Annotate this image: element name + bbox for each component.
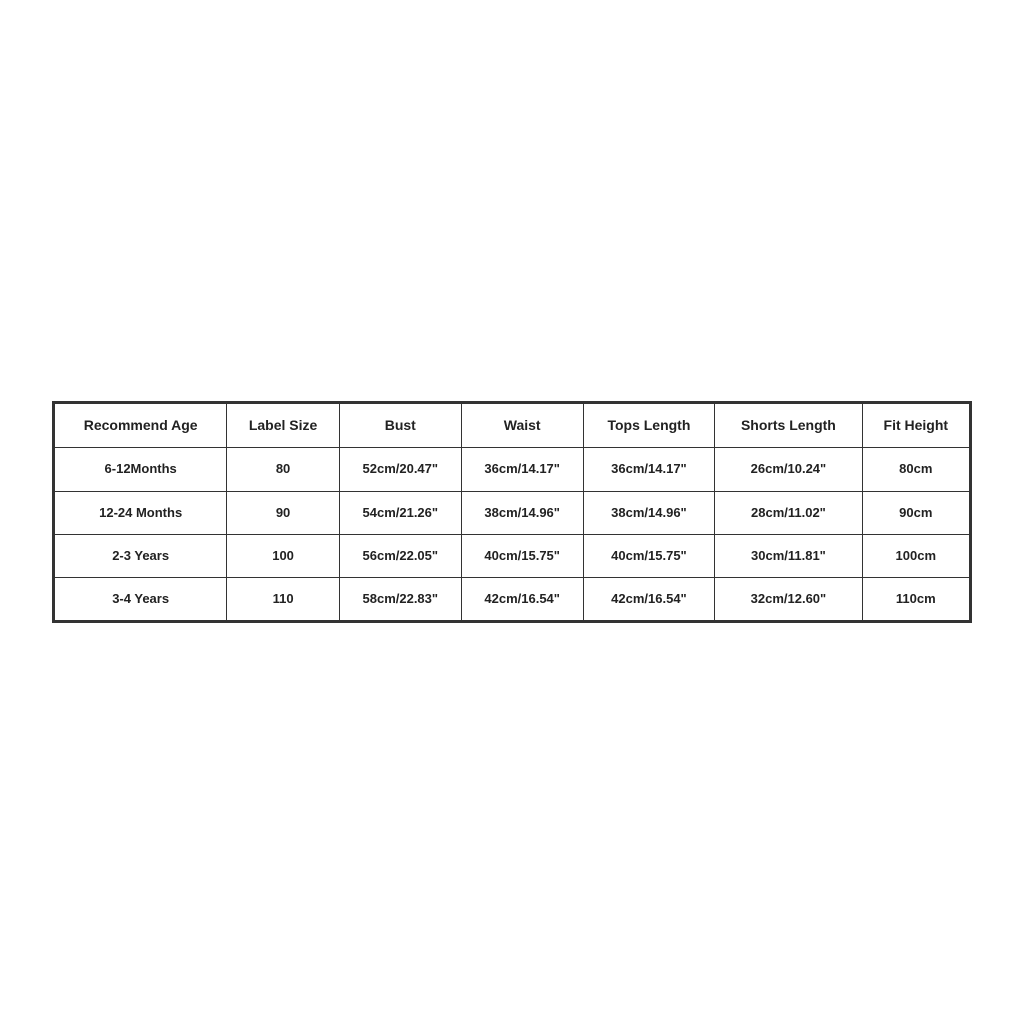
cell-bust: 58cm/22.83" [339,577,461,620]
table-row: 6-12Months8052cm/20.47"36cm/14.17"36cm/1… [55,448,970,491]
cell-shorts_length: 32cm/12.60" [715,577,862,620]
header-shorts-length: Shorts Length [715,403,862,448]
header-recommend-age: Recommend Age [55,403,227,448]
header-label-size: Label Size [227,403,340,448]
cell-label_size: 80 [227,448,340,491]
cell-bust: 52cm/20.47" [339,448,461,491]
cell-label_size: 90 [227,491,340,534]
cell-tops_length: 36cm/14.17" [583,448,715,491]
table-row: 12-24 Months9054cm/21.26"38cm/14.96"38cm… [55,491,970,534]
cell-tops_length: 42cm/16.54" [583,577,715,620]
cell-age: 2-3 Years [55,534,227,577]
cell-age: 6-12Months [55,448,227,491]
cell-fit_height: 110cm [862,577,969,620]
header-bust: Bust [339,403,461,448]
cell-shorts_length: 26cm/10.24" [715,448,862,491]
cell-tops_length: 40cm/15.75" [583,534,715,577]
cell-waist: 38cm/14.96" [461,491,583,534]
cell-bust: 54cm/21.26" [339,491,461,534]
cell-shorts_length: 28cm/11.02" [715,491,862,534]
table-header-row: Recommend Age Label Size Bust Waist Tops… [55,403,970,448]
header-fit-height: Fit Height [862,403,969,448]
cell-label_size: 110 [227,577,340,620]
cell-bust: 56cm/22.05" [339,534,461,577]
size-chart-container: Recommend Age Label Size Bust Waist Tops… [52,401,972,623]
cell-waist: 42cm/16.54" [461,577,583,620]
cell-shorts_length: 30cm/11.81" [715,534,862,577]
cell-waist: 40cm/15.75" [461,534,583,577]
header-tops-length: Tops Length [583,403,715,448]
size-chart-table: Recommend Age Label Size Bust Waist Tops… [54,403,970,621]
cell-age: 12-24 Months [55,491,227,534]
cell-tops_length: 38cm/14.96" [583,491,715,534]
cell-fit_height: 100cm [862,534,969,577]
header-waist: Waist [461,403,583,448]
cell-fit_height: 80cm [862,448,969,491]
cell-fit_height: 90cm [862,491,969,534]
cell-label_size: 100 [227,534,340,577]
cell-waist: 36cm/14.17" [461,448,583,491]
table-row: 2-3 Years10056cm/22.05"40cm/15.75"40cm/1… [55,534,970,577]
table-row: 3-4 Years11058cm/22.83"42cm/16.54"42cm/1… [55,577,970,620]
cell-age: 3-4 Years [55,577,227,620]
